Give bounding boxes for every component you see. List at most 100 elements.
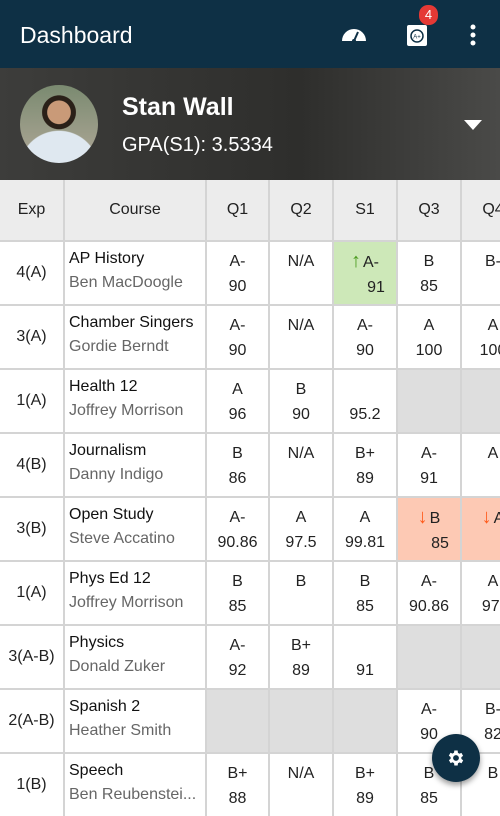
page-title: Dashboard — [20, 22, 133, 48]
letter-grade: A — [487, 317, 499, 334]
score: 90.86 — [408, 598, 450, 615]
more-vert-icon[interactable] — [460, 22, 486, 48]
grade-cell-q3[interactable]: A 100 — [398, 306, 460, 368]
letter-grade: A — [295, 509, 307, 526]
exp-cell: 4(B) — [0, 434, 63, 496]
grade-line: A — [462, 569, 500, 594]
course-cell[interactable]: Spanish 2 Heather Smith — [65, 690, 205, 752]
grade-cell-q2[interactable]: B — [270, 562, 332, 624]
score: 85 — [431, 535, 449, 552]
score: 100 — [415, 342, 443, 359]
grade-cell-q4[interactable]: B- — [462, 242, 500, 304]
dropdown-arrow-icon[interactable] — [464, 120, 482, 130]
letter-grade: B- — [485, 253, 500, 270]
letter-grade: A- — [229, 637, 246, 654]
grade-cell-s1[interactable]: 91 — [334, 626, 396, 688]
speedometer-icon[interactable] — [341, 22, 367, 48]
student-profile[interactable]: Stan Wall GPA(S1): 3.5334 — [0, 68, 500, 180]
score: 90 — [292, 406, 310, 423]
grade-cell-q2[interactable]: A 97.5 — [270, 498, 332, 560]
letter-grade: B+ — [290, 637, 311, 654]
score: 96 — [228, 406, 247, 423]
grade-line: A- — [398, 569, 460, 594]
column-header-course[interactable]: Course — [65, 180, 205, 240]
grade-cell-q1[interactable]: A- 90.86 — [207, 498, 268, 560]
grade-cell-q3[interactable]: ↓ B 85 — [398, 498, 460, 560]
grade-cell-q4 — [462, 370, 500, 432]
course-cell[interactable]: Physics Donald Zuker — [65, 626, 205, 688]
grade-cell-q2[interactable]: N/A — [270, 306, 332, 368]
course-cell[interactable]: Open Study Steve Accatino — [65, 498, 205, 560]
grade-line — [334, 377, 396, 402]
grade-cell-s1[interactable]: A- 90 — [334, 306, 396, 368]
grade-cell-q1[interactable]: B+ 88 — [207, 754, 268, 816]
letter-grade: A — [487, 573, 499, 590]
score: 95.2 — [349, 406, 381, 423]
grade-line: A- — [207, 313, 268, 338]
grade-cell-q2[interactable]: N/A — [270, 242, 332, 304]
letter-grade: N/A — [287, 445, 315, 462]
column-header-q2[interactable]: Q2 — [270, 180, 332, 240]
course-cell[interactable]: Phys Ed 12 Joffrey Morrison — [65, 562, 205, 624]
grade-cell-q3[interactable]: A- 91 — [398, 434, 460, 496]
course-cell[interactable]: Speech Ben Reubenstei... — [65, 754, 205, 816]
course-cell[interactable]: Chamber Singers Gordie Berndt — [65, 306, 205, 368]
grade-cell-q1[interactable]: B 86 — [207, 434, 268, 496]
letter-grade: A — [359, 509, 371, 526]
grade-cell-q1[interactable]: A- 92 — [207, 626, 268, 688]
column-header-s1[interactable]: S1 — [334, 180, 396, 240]
grade-cell-q4[interactable]: A 97. — [462, 562, 500, 624]
score: 99.81 — [344, 534, 386, 551]
course-cell[interactable]: Journalism Danny Indigo — [65, 434, 205, 496]
settings-button[interactable] — [432, 734, 480, 782]
grade-cell-q3[interactable]: A- 90.86 — [398, 562, 460, 624]
grade-cell-q4[interactable]: ↓A9 — [462, 498, 500, 560]
grade-report-icon[interactable]: A+ — [404, 22, 430, 48]
teacher-name: Ben MacDoogle — [69, 274, 183, 291]
column-header-q3[interactable]: Q3 — [398, 180, 460, 240]
grade-cell-q4[interactable]: A 100 — [462, 306, 500, 368]
grade-cell-q2[interactable]: B+ 89 — [270, 626, 332, 688]
course-cell[interactable]: AP History Ben MacDoogle — [65, 242, 205, 304]
grade-line: B — [398, 249, 460, 274]
letter-grade: B — [232, 573, 243, 590]
grade-cell-s1[interactable]: B 85 — [334, 562, 396, 624]
grade-cell-q2[interactable]: N/A — [270, 434, 332, 496]
grade-line: B+ — [334, 441, 396, 466]
grade-cell-q3 — [398, 370, 460, 432]
grade-cell-s1[interactable]: B+ 89 — [334, 434, 396, 496]
grade-cell-s1[interactable]: 95.2 — [334, 370, 396, 432]
score: 91 — [367, 279, 385, 296]
teacher-name: Gordie Berndt — [69, 338, 169, 355]
letter-grade: A- — [421, 573, 437, 590]
grade-cell-q1[interactable]: A 96 — [207, 370, 268, 432]
teacher-name: Ben Reubenstei... — [69, 786, 197, 803]
grade-cell-q1[interactable]: A- 90 — [207, 242, 268, 304]
letter-grade: N/A — [287, 765, 315, 782]
grade-cell-q1[interactable]: A- 90 — [207, 306, 268, 368]
grade-cell-s1[interactable]: A 99.81 — [334, 498, 396, 560]
grade-cell-q2[interactable]: N/A — [270, 754, 332, 816]
letter-grade: A — [487, 445, 499, 462]
column-header-exp[interactable]: Exp — [0, 180, 63, 240]
grade-cell-s1[interactable]: B+ 89 — [334, 754, 396, 816]
grade-line: A — [398, 313, 460, 338]
letter-grade — [363, 637, 367, 654]
teacher-name: Joffrey Morrison — [69, 594, 184, 611]
grade-cell-q3[interactable]: B 85 — [398, 242, 460, 304]
score: 90 — [228, 278, 247, 295]
course-name: Journalism — [69, 442, 147, 459]
column-header-q4[interactable]: Q4 — [462, 180, 500, 240]
grade-line: B- — [462, 249, 500, 274]
letter-grade: A- — [357, 317, 373, 334]
grade-line — [334, 633, 396, 658]
exp-cell: 3(A) — [0, 306, 63, 368]
column-header-q1[interactable]: Q1 — [207, 180, 268, 240]
grade-cell-s1[interactable]: ↑ A- 91 — [334, 242, 396, 304]
course-cell[interactable]: Health 12 Joffrey Morrison — [65, 370, 205, 432]
grade-cell-q2[interactable]: B 90 — [270, 370, 332, 432]
grade-cell-q1[interactable]: B 85 — [207, 562, 268, 624]
grade-cell-q4[interactable]: A — [462, 434, 500, 496]
grade-line: ↓ B — [398, 505, 460, 531]
grade-line: N/A — [270, 249, 332, 274]
